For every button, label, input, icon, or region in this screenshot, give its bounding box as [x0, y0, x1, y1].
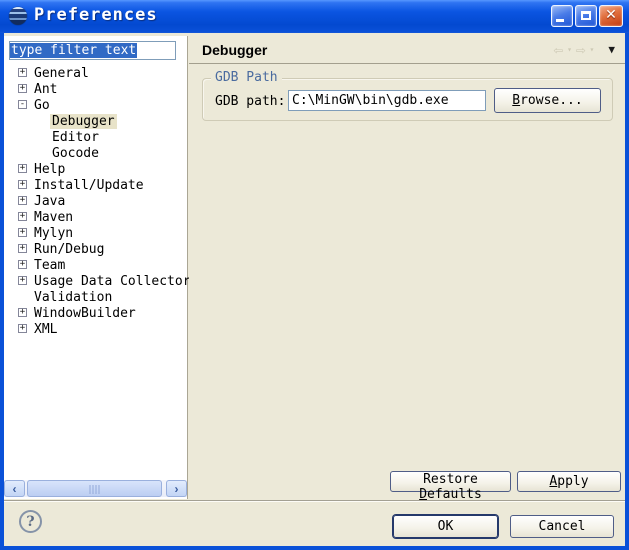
footer: ? OK Cancel: [4, 502, 625, 546]
preferences-tree: + General + Ant-GoDebuggerEditorGocode + Help…: [4, 65, 187, 337]
close-icon: ✕: [600, 7, 622, 23]
minus-expander-icon[interactable]: -: [18, 100, 27, 109]
tree-item-help[interactable]: + Help: [4, 161, 187, 177]
plus-expander-icon[interactable]: +: [18, 212, 27, 221]
titlebar[interactable]: Preferences ✕: [0, 0, 629, 33]
tree-item-label: Help: [32, 162, 67, 177]
tree-item-label: General: [32, 66, 91, 81]
tree-item-xml[interactable]: + XML: [4, 321, 187, 337]
tree-item-label: Gocode: [50, 146, 101, 161]
plus-expander-icon[interactable]: +: [18, 196, 27, 205]
apply-button[interactable]: Apply: [517, 471, 621, 492]
tree-item-label: Go: [32, 98, 52, 113]
tree-item-go[interactable]: -Go: [4, 97, 187, 113]
plus-expander-icon[interactable]: +: [18, 84, 27, 93]
maximize-icon: [581, 11, 591, 20]
tree-item-mylyn[interactable]: + Mylyn: [4, 225, 187, 241]
sidebar-panel: type filter text + General + Ant-GoDebugger…: [4, 36, 188, 499]
tree-item-editor[interactable]: Editor: [4, 129, 187, 145]
minimize-button[interactable]: [551, 5, 573, 27]
window-title: Preferences: [34, 5, 158, 25]
plus-expander-icon[interactable]: +: [18, 164, 27, 173]
plus-expander-icon[interactable]: +: [18, 260, 27, 269]
tree-item-windowbuilder[interactable]: + WindowBuilder: [4, 305, 187, 321]
tree-item-label: Ant: [32, 82, 59, 97]
scroll-left-icon[interactable]: ‹: [4, 480, 25, 497]
horizontal-scrollbar[interactable]: ‹ ›: [4, 480, 187, 497]
tree-item-validation[interactable]: Validation: [4, 289, 187, 305]
minimize-icon: [556, 19, 564, 22]
plus-expander-icon[interactable]: +: [18, 228, 27, 237]
scrollbar-grip-icon: [89, 485, 100, 494]
filter-input[interactable]: type filter text: [9, 41, 176, 60]
tree-item-ant[interactable]: + Ant: [4, 81, 187, 97]
dialog-body: type filter text +General+Ant-GoDebugger…: [4, 33, 625, 546]
tree-item-label: Mylyn: [32, 226, 75, 241]
tree-item-label: XML: [32, 322, 59, 337]
filter-input-value: type filter text: [10, 43, 137, 58]
eclipse-logo-icon: [9, 7, 27, 25]
help-icon[interactable]: ?: [19, 510, 42, 533]
tree-item-label: Team: [32, 258, 67, 273]
tree-item-general[interactable]: + General: [4, 65, 187, 81]
tree-item-label: Debugger: [50, 114, 117, 129]
plus-expander-icon[interactable]: +: [18, 324, 27, 333]
tree-item-run-debug[interactable]: + Run/Debug: [4, 241, 187, 257]
page-title: Debugger: [202, 42, 267, 58]
tree-item-label: Editor: [50, 130, 101, 145]
gdb-path-group: GDB Path GDB path: Browse...: [202, 78, 613, 121]
tree-item-debugger[interactable]: Debugger: [4, 113, 187, 129]
scroll-right-icon[interactable]: ›: [166, 480, 187, 497]
gdb-path-label: GDB path:: [215, 94, 285, 109]
back-icon[interactable]: ⇦: [553, 42, 563, 58]
gdb-path-field[interactable]: [288, 90, 486, 111]
tree-item-maven[interactable]: + Maven: [4, 209, 187, 225]
plus-expander-icon[interactable]: +: [18, 244, 27, 253]
plus-expander-icon[interactable]: +: [18, 308, 27, 317]
content-header: Debugger ⇦ ▾ ⇨ ▾ ▼: [189, 36, 625, 64]
forward-icon[interactable]: ⇨: [576, 42, 586, 58]
tree-item-label: Install/Update: [32, 178, 146, 193]
close-button[interactable]: ✕: [599, 5, 623, 27]
plus-expander-icon[interactable]: +: [18, 180, 27, 189]
group-title: GDB Path: [211, 70, 282, 86]
tree-item-label: Java: [32, 194, 67, 209]
scrollbar-thumb[interactable]: [27, 480, 162, 497]
back-dropdown-icon[interactable]: ▾: [567, 46, 572, 54]
restore-defaults-button[interactable]: Restore Defaults: [390, 471, 511, 492]
tree-item-label: Run/Debug: [32, 242, 106, 257]
preferences-dialog: Preferences ✕ type filter text +General+…: [0, 0, 629, 550]
content-panel: Debugger ⇦ ▾ ⇨ ▾ ▼ GDB Path GDB path: Br…: [189, 36, 625, 500]
tree-item-label: Maven: [32, 210, 75, 225]
tree-item-label: Usage Data Collector: [32, 274, 193, 289]
plus-expander-icon[interactable]: +: [18, 68, 27, 77]
forward-dropdown-icon[interactable]: ▾: [590, 46, 595, 54]
tree-item-label: WindowBuilder: [32, 306, 138, 321]
tree-item-team[interactable]: + Team: [4, 257, 187, 273]
browse-button[interactable]: Browse...: [494, 88, 601, 113]
view-menu-icon[interactable]: ▼: [608, 44, 615, 55]
tree-item-install-update[interactable]: + Install/Update: [4, 177, 187, 193]
tree-item-label: Validation: [32, 290, 114, 305]
maximize-button[interactable]: [575, 5, 597, 27]
tree-item-usage-data-collector[interactable]: +Usage Data Collector: [4, 273, 187, 289]
ok-button[interactable]: OK: [393, 515, 498, 538]
cancel-button[interactable]: Cancel: [510, 515, 614, 538]
tree-item-java[interactable]: + Java: [4, 193, 187, 209]
tree-item-gocode[interactable]: Gocode: [4, 145, 187, 161]
plus-expander-icon[interactable]: +: [18, 276, 27, 285]
